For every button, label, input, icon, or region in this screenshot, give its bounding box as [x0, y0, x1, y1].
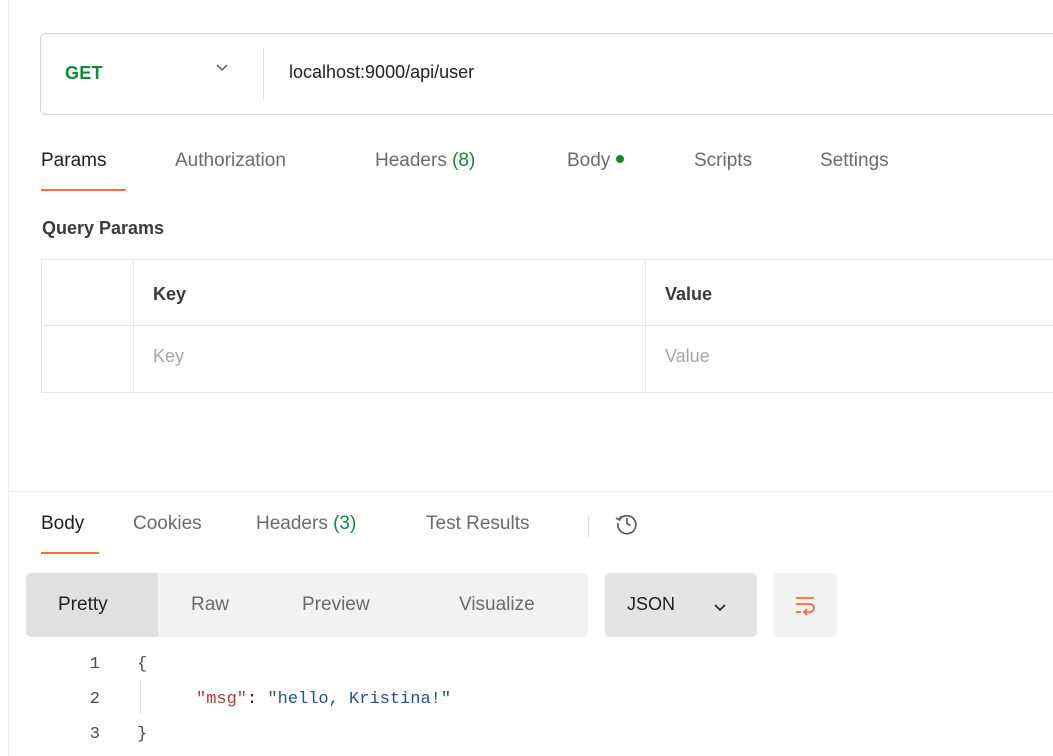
url-input[interactable]: localhost:9000/api/user	[289, 62, 474, 83]
query-params-title: Query Params	[42, 218, 165, 238]
value-column-header: Value	[665, 284, 713, 304]
response-headers-count-badge: (3)	[333, 513, 357, 534]
history-icon[interactable]	[613, 509, 641, 537]
url-bar: GET localhost:9000/api/user	[40, 33, 1053, 115]
indent-guide	[140, 680, 141, 714]
response-tab-headers-label: Headers	[256, 513, 328, 534]
param-key-input[interactable]: Key	[153, 346, 184, 367]
line-number: 2	[89, 690, 100, 709]
tab-divider	[588, 515, 589, 537]
tab-scripts[interactable]: Scripts	[694, 150, 752, 172]
tab-settings-label: Settings	[820, 150, 889, 171]
line-number: 1	[89, 655, 100, 674]
response-tab-body-label: Body	[41, 513, 85, 534]
json-line: "msg": "hello, Kristina!"	[196, 690, 451, 709]
view-raw-button[interactable]: Raw	[191, 594, 229, 616]
table-column-divider	[133, 260, 134, 392]
view-visualize-button[interactable]: Visualize	[459, 594, 535, 616]
tab-headers-label: Headers	[375, 150, 447, 171]
response-tab-test-results[interactable]: Test Results	[426, 513, 529, 535]
format-select[interactable]: JSON	[605, 573, 757, 637]
view-pretty-label[interactable]: Pretty	[58, 594, 108, 616]
key-column-header: Key	[153, 284, 187, 304]
response-tab-body[interactable]: Body	[41, 513, 84, 535]
wrap-lines-icon	[796, 597, 815, 616]
response-pane-divider[interactable]	[8, 491, 1053, 492]
active-response-tab-indicator	[41, 552, 99, 554]
chevron-down-icon	[714, 604, 726, 612]
json-string-value: "hello, Kristina!"	[267, 690, 452, 709]
active-tab-indicator	[41, 189, 126, 191]
json-key: "msg"	[196, 690, 248, 709]
json-colon: :	[247, 690, 268, 709]
tab-body[interactable]: Body	[567, 150, 625, 172]
tab-body-label: Body	[567, 150, 611, 171]
wrap-lines-button[interactable]	[773, 573, 837, 637]
json-open-brace: {	[137, 655, 148, 674]
tab-authorization-label: Authorization	[175, 150, 286, 171]
tab-settings[interactable]: Settings	[820, 150, 889, 172]
response-tab-cookies-label: Cookies	[133, 513, 202, 534]
view-preview-button[interactable]: Preview	[302, 594, 370, 616]
response-tab-cookies[interactable]: Cookies	[133, 513, 202, 535]
tab-headers[interactable]: Headers (8)	[375, 150, 475, 172]
response-tab-test-results-label: Test Results	[426, 513, 530, 534]
tab-params[interactable]: Params	[41, 150, 106, 172]
table-column-divider	[645, 260, 646, 392]
tab-authorization[interactable]: Authorization	[175, 150, 286, 172]
format-select-value: JSON	[627, 594, 676, 614]
url-divider	[263, 48, 264, 100]
json-close-brace: }	[137, 725, 148, 744]
table-row-divider	[42, 325, 1053, 326]
tab-scripts-label: Scripts	[694, 150, 753, 171]
param-value-input[interactable]: Value	[665, 346, 710, 367]
response-tab-headers[interactable]: Headers (3)	[256, 513, 356, 535]
headers-count-badge: (8)	[452, 150, 476, 171]
chevron-down-icon[interactable]	[215, 60, 229, 74]
view-mode-group: Pretty Raw Preview Visualize	[26, 573, 588, 637]
query-params-table: Key Value Key Value	[41, 259, 1053, 393]
method-select[interactable]: GET	[65, 63, 103, 84]
body-indicator-dot	[616, 155, 625, 163]
left-panel-edge	[0, 0, 9, 756]
tab-params-label: Params	[41, 150, 107, 171]
line-number: 3	[89, 725, 100, 744]
